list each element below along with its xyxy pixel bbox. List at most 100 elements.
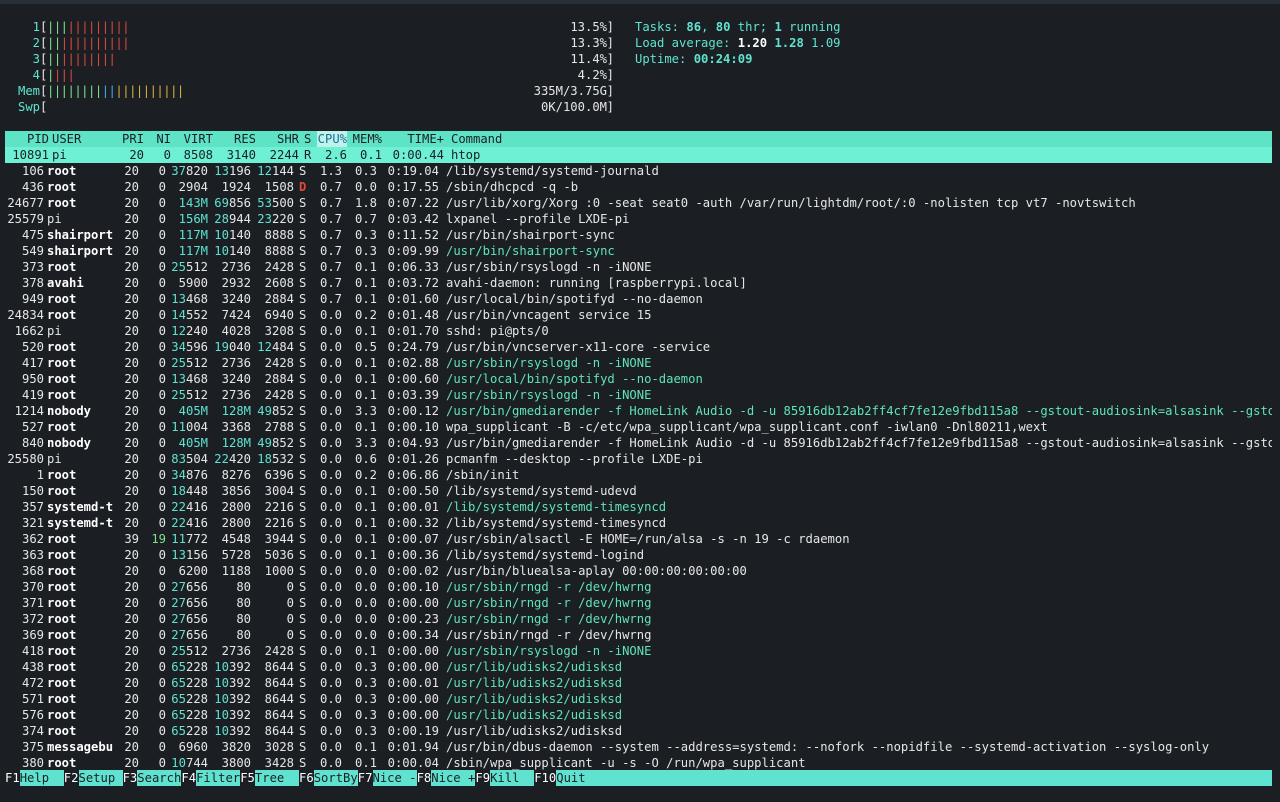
cell-cpu: 0.0 [319,468,342,482]
meter-bar-segment: || [47,36,61,50]
cell-pid: 25579 [7,212,44,226]
fkey-f5[interactable]: F5 [240,770,255,786]
window-top-edge [0,0,1280,4]
process-row[interactable]: 357 systemd-t 20 0 22416 2800 2216 S 0.0 0.1 0:00.… [0,499,1280,515]
process-row[interactable]: 418 root 20 0 25512 2736 2428 S 0.0 0.1 0:00.00/us… [0,643,1280,659]
fkey-label-f9[interactable]: Kill [490,770,535,786]
col-pid[interactable]: PID [5,131,49,147]
process-row[interactable]: 840 nobody 20 0 405M 128M 49852 S 0.0 3.3 0:04.93 /… [0,435,1280,451]
fkey-label-f6[interactable]: SortBy [313,770,358,786]
fkey-f2[interactable]: F2 [64,770,79,786]
process-row[interactable]: 363 root 20 0 13156 5728 5036 S 0.0 0.1 0:00.36/li… [0,547,1280,563]
process-row[interactable]: 1662 pi 20 0 12240 4028 3208 S 0.0 0.1 0:01.70 sshd… [0,323,1280,339]
cell-res: 4028 [221,324,251,338]
cell-cpu: 0.7 [319,180,342,194]
fkey-f10[interactable]: F10 [534,770,556,786]
cell-time: 0:00.00 [387,660,439,674]
col-pri[interactable]: PRI [117,131,144,147]
col-command[interactable]: Command [451,131,1277,147]
process-row[interactable]: 576 root 20 0 65228 10392 8644 S 0.0 0.3 0:00.00/u… [0,707,1280,723]
fkey-f8[interactable]: F8 [417,770,432,786]
process-row[interactable]: 438 root 20 0 65228 10392 8644 S 0.0 0.3 0:00.00/u… [0,659,1280,675]
process-row[interactable]: 571 root 20 0 65228 10392 8644 S 0.0 0.3 0:00.00/u… [0,691,1280,707]
process-row[interactable]: 150 root 20 0 18448 3856 3004 S 0.0 0.1 0:00.50/li… [0,483,1280,499]
process-row[interactable]: 950 root 20 0 13468 3240 2884 S 0.0 0.1 0:00.60/us… [0,371,1280,387]
process-row[interactable]: 436 root 20 0 2904 1924 1508 D 0.7 0.0 0:17.55/sbi… [0,179,1280,195]
process-row[interactable]: 321 systemd-t 20 0 22416 2800 2216 S 0.0 0.1 0:00.… [0,515,1280,531]
cell-pri: 20 [124,740,139,754]
fkey-label-f4[interactable]: Filter [196,770,241,786]
cell-pid: 571 [21,692,44,706]
cell-res: 2736 [221,644,251,658]
fkey-label-f10[interactable]: Quit [556,770,586,786]
process-row[interactable]: 106 root 20 0 37820 13196 12144 S 1.3 0.3 0:19.04 /… [0,163,1280,179]
cell-cmd: /usr/lib/udisks2/udisksd [446,676,623,690]
cell-mem: 0.1 [354,356,377,370]
meter-value: 335M/3.75G [533,84,607,98]
process-row[interactable]: 417 root 20 0 25512 2736 2428 S 0.0 0.1 0:02.88/us… [0,355,1280,371]
fkey-f3[interactable]: F3 [123,770,138,786]
cell-pri: 20 [124,484,139,498]
col-virt[interactable]: VIRT [173,131,213,147]
process-row[interactable]: 25580 pi 20 0 83504 22420 18532 S 0.0 0.6 0:01.26 p… [0,451,1280,467]
fkey-label-f3[interactable]: Search [137,770,182,786]
process-row[interactable]: 375 messagebu 20 0 6960 3820 3028 S 0.0 0.1 0:01.9… [0,739,1280,755]
fkey-label-f1[interactable]: Help [19,770,64,786]
fkey-label-f5[interactable]: Tree [254,770,299,786]
process-row-selected[interactable]: 10891 pi 20 0 8508 3140 2244 R 2.6 0.1 0:00.44 htop [5,147,1272,163]
process-row[interactable]: 371 root 20 0 27656 80 0 S 0.0 0.0 0:00.00/usr/sbi… [0,595,1280,611]
fkey-label-f8[interactable]: Nice + [431,770,476,786]
cell-cpu: 0.0 [319,612,342,626]
cell-ni: 0 [158,500,166,514]
process-row[interactable]: 24677 root 20 0 143M 69856 53500 S 0.7 1.8 0:07.22… [0,195,1280,211]
col-res[interactable]: RES [217,131,256,147]
process-row[interactable]: 475 shairport 20 0 117M 10140 8888 S 0.7 0.3 0:11.… [0,227,1280,243]
fkey-label-f7[interactable]: Nice - [372,770,417,786]
process-row[interactable]: 369 root 20 0 27656 80 0 S 0.0 0.0 0:00.34/usr/sbi… [0,627,1280,643]
process-row[interactable]: 24834 root 20 0 14552 7424 6940 S 0.0 0.2 0:01.48 /… [0,307,1280,323]
process-row[interactable]: 419 root 20 0 25512 2736 2428 S 0.0 0.1 0:03.39/us… [0,387,1280,403]
process-row[interactable]: 378 avahi 20 0 5900 2932 2608 S 0.7 0.1 0:03.72 ava… [0,275,1280,291]
cell-pid: 475 [21,228,44,242]
process-row[interactable]: 362 root 39 19 11772 4548 3944 S 0.0 0.1 0:00.07/u… [0,531,1280,547]
cell-cmd: /sbin/wpa_supplicant -u -s -O /run/wpa_s… [446,756,806,770]
cell-virt: 27656 [171,628,208,642]
cell-pri: 20 [124,260,139,274]
fkey-f4[interactable]: F4 [181,770,196,786]
process-row[interactable]: 1214 nobody 20 0 405M 128M 49852 S 0.0 3.3 0:00.12… [0,403,1280,419]
col-user[interactable]: USER [52,131,118,147]
cell-cmd: htop [451,148,481,162]
process-row[interactable]: 380 root 20 0 10744 3800 3428 S 0.0 0.1 0:00.04/sb… [0,755,1280,771]
process-row[interactable]: 368 root 20 0 6200 1188 1000 S 0.0 0.0 0:00.02/usr… [0,563,1280,579]
fkey-f6[interactable]: F6 [299,770,314,786]
fkey-f9[interactable]: F9 [475,770,490,786]
process-row[interactable]: 520 root 20 0 34596 19040 12484 S 0.0 0.5 0:24.79 /… [0,339,1280,355]
tasks-count: 86 [686,20,702,34]
process-row[interactable]: 374 root 20 0 65228 10392 8644 S 0.0 0.3 0:00.19/u… [0,723,1280,739]
cell-s: S [299,420,307,434]
cell-pri: 20 [124,500,139,514]
process-row[interactable]: 472 root 20 0 65228 10392 8644 S 0.0 0.3 0:00.01/u… [0,675,1280,691]
fkey-label-f2[interactable]: Setup [78,770,123,786]
cell-ni: 0 [158,644,166,658]
process-row[interactable]: 25579 pi 20 0 156M 28944 23220 S 0.7 0.7 0:03.42 lx… [0,211,1280,227]
process-row[interactable]: 373 root 20 0 25512 2736 2428 S 0.7 0.1 0:06.33/us… [0,259,1280,275]
process-row[interactable]: 549 shairport 20 0 117M 10140 8888 S 0.7 0.3 0:09.… [0,243,1280,259]
cell-time: 0:06.86 [387,468,439,482]
process-row[interactable]: 370 root 20 0 27656 80 0 S 0.0 0.0 0:00.10/usr/sbi… [0,579,1280,595]
col-state[interactable]: S [304,131,314,147]
cell-time: 0:06.33 [387,260,439,274]
col-mem[interactable]: MEM% [352,131,382,147]
process-row[interactable]: 949 root 20 0 13468 3240 2884 S 0.7 0.1 0:01.60/us… [0,291,1280,307]
process-row[interactable]: 1 root 20 0 34876 8276 6396 S 0.0 0.2 0:06.86/sbin… [0,467,1280,483]
fkey-f1[interactable]: F1 [5,770,20,786]
col-time[interactable]: TIME+ [392,131,444,147]
fkey-f7[interactable]: F7 [358,770,373,786]
process-row[interactable]: 372 root 20 0 27656 80 0 S 0.0 0.0 0:00.23/usr/sbi… [0,611,1280,627]
cell-s: S [299,564,307,578]
col-ni[interactable]: NI [147,131,171,147]
col-cpu-sorted[interactable]: CPU% [317,131,347,147]
process-row[interactable]: 527 root 20 0 11004 3368 2788 S 0.0 0.1 0:00.10 wpa… [0,419,1280,435]
cell-virt: 2904 [178,180,208,194]
col-shr[interactable]: SHR [259,131,299,147]
